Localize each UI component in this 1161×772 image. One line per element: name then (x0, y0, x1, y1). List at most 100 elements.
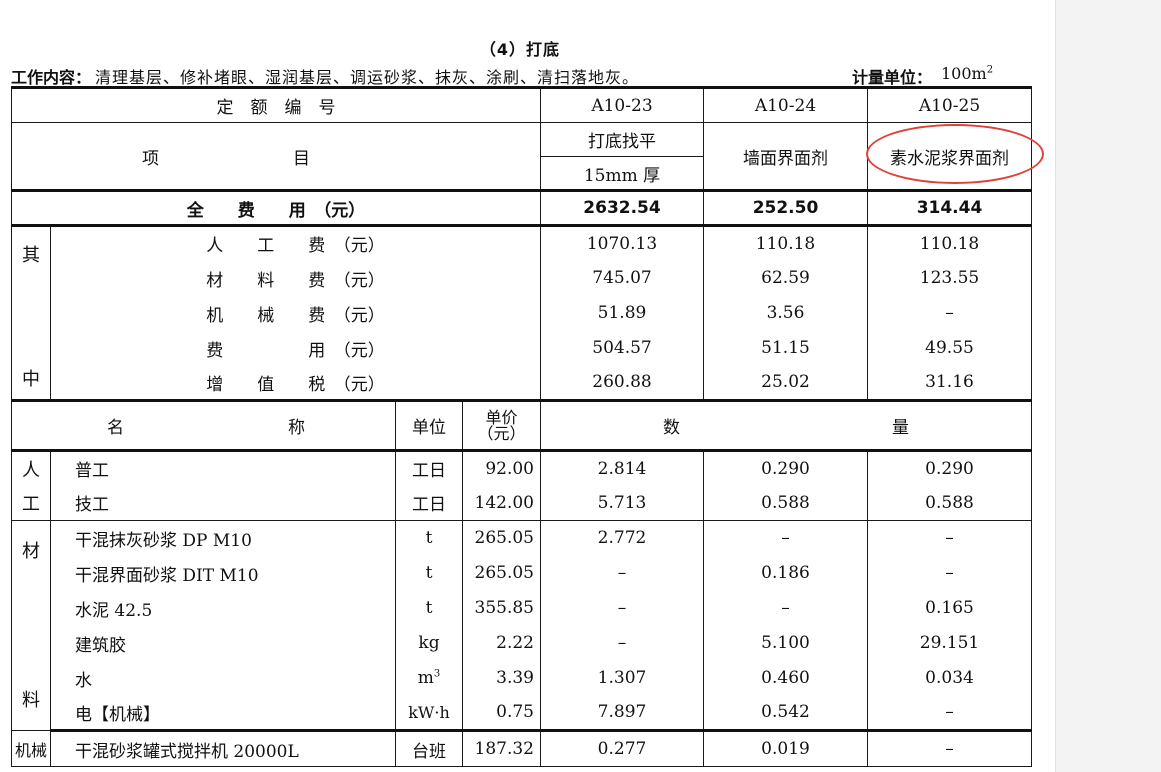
resource-qty: 29.151 (867, 625, 1032, 661)
quantity-header: 数 量 (540, 400, 1032, 452)
resource-price: 3.39 (462, 660, 541, 696)
col1-name-bottom: 15mm 厚 (540, 156, 704, 192)
col1-name-top: 打底找平 (540, 122, 704, 157)
resource-unit: 台班 (395, 730, 463, 767)
resource-unit: t (395, 520, 463, 556)
quota-code-row: 定 额 编 号 A10-23 A10-24 A10-25 (11, 86, 1032, 123)
resource-qty: 0.277 (540, 730, 704, 767)
total-value: 252.50 (703, 190, 868, 227)
breakdown-value: 110.18 (867, 225, 1032, 261)
resource-unit: m3 (395, 660, 463, 696)
material-row: 电【机械】 kW·h 0.75 7.897 0.542 – (12, 695, 1032, 732)
breakdown-value: 49.55 (867, 330, 1032, 366)
resource-unit: t (395, 590, 463, 626)
resource-qty: 2.772 (540, 520, 704, 556)
item-label-left: 项 (142, 148, 159, 169)
code-a10-25: A10-25 (867, 86, 1032, 123)
material-row: 材 料 干混抹灰砂浆 DP M10 t 265.05 2.772 – – (11, 520, 1032, 731)
resource-qty: 2.814 (540, 450, 704, 486)
resource-qty: 0.165 (867, 590, 1032, 626)
resource-name: 水泥 42.5 (50, 590, 396, 626)
resource-header-row: 名 称 单位 单价 （元） 数 量 (11, 400, 1032, 452)
breakdown-item-name: 人 工 费 （元） (50, 225, 541, 261)
breakdown-row: 增 值 税 （元） 260.88 25.02 31.16 (12, 365, 1032, 402)
material-row: 建筑胶 kg 2.22 – 5.100 29.151 (12, 625, 1032, 661)
work-content-label: 工作内容： (11, 68, 92, 87)
labor-row: 工 技工 工日 142.00 5.713 0.588 0.588 (11, 485, 1032, 521)
resource-qty: – (703, 590, 868, 626)
work-content-text: 清理基层、修补堵眼、湿润基层、调运砂浆、抹灰、涂刷、清扫落地灰。 (95, 68, 640, 87)
total-row: 全 费 用 （元） 2632.54 252.50 314.44 (11, 190, 1032, 227)
resource-price: 2.22 (462, 625, 541, 661)
resource-qty: – (540, 625, 704, 661)
breakdown-item-name: 费 用 （元） (50, 330, 541, 366)
measure-unit-value: 100m2 (941, 64, 994, 83)
resource-qty: 0.460 (703, 660, 868, 696)
measure-unit-label: 计量单位： (852, 68, 933, 87)
material-side-label: 材 料 (11, 520, 51, 731)
breakdown-row: 材 料 费 （元） 745.07 62.59 123.55 (12, 260, 1032, 296)
resource-unit: kW·h (395, 695, 463, 732)
resource-price: 265.05 (462, 520, 541, 556)
material-row: 水 m3 3.39 1.307 0.460 0.034 (12, 660, 1032, 696)
resource-price: 355.85 (462, 590, 541, 626)
material-row: 水泥 42.5 t 355.85 – – 0.165 (12, 590, 1032, 626)
resource-unit: 工日 (395, 450, 463, 486)
resource-unit: kg (395, 625, 463, 661)
resource-price: 92.00 (462, 450, 541, 486)
quota-table: 定 额 编 号 A10-23 A10-24 A10-25 项 目 打底找平 墙面… (11, 86, 1032, 767)
resource-qty: – (703, 520, 868, 556)
resource-qty: 0.019 (703, 730, 868, 767)
resource-qty: 0.034 (867, 660, 1032, 696)
breakdown-item-name: 材 料 费 （元） (50, 260, 541, 296)
resource-qty: 0.588 (867, 485, 1032, 521)
item-label-cell: 项 目 (11, 122, 541, 192)
section-title: （4）打底 (479, 40, 561, 59)
material-row: 干混界面砂浆 DIT M10 t 265.05 – 0.186 – (12, 555, 1032, 591)
resource-qty: – (867, 520, 1032, 556)
resource-qty: – (867, 695, 1032, 732)
resource-qty: 0.290 (703, 450, 868, 486)
machinery-side-label: 机械 (11, 730, 51, 767)
resource-qty: – (867, 730, 1032, 767)
resource-price: 0.75 (462, 695, 541, 732)
resource-name: 普工 (50, 450, 396, 486)
total-label: 全 费 用 （元） (11, 190, 541, 227)
col2-name: 墙面界面剂 (703, 122, 868, 192)
breakdown-value: 1070.13 (540, 225, 704, 261)
breakdown-value: 123.55 (867, 260, 1032, 296)
resource-unit-header: 单位 (395, 400, 463, 452)
resource-qty: 0.186 (703, 555, 868, 591)
code-a10-24: A10-24 (703, 86, 868, 123)
resource-qty: 0.588 (703, 485, 868, 521)
breakdown-row: 机 械 费 （元） 51.89 3.56 – (12, 295, 1032, 331)
col3-name: 素水泥浆界面剂 (867, 122, 1032, 192)
labor-side-bottom: 工 (11, 485, 51, 521)
resource-price: 187.32 (462, 730, 541, 767)
breakdown-value: 260.88 (540, 365, 704, 402)
resource-qty: 0.542 (703, 695, 868, 732)
labor-side-top: 人 (11, 450, 51, 486)
machinery-row: 机械 干混砂浆罐式搅拌机 20000L 台班 187.32 0.277 0.01… (11, 730, 1032, 767)
total-value: 2632.54 (540, 190, 704, 227)
document-page: （4）打底 工作内容： 清理基层、修补堵眼、湿润基层、调运砂浆、抹灰、涂刷、清扫… (0, 0, 1055, 772)
breakdown-item-name: 机 械 费 （元） (50, 295, 541, 331)
resource-qty: – (540, 555, 704, 591)
item-label-right: 目 (293, 148, 310, 169)
resource-name: 技工 (50, 485, 396, 521)
resource-price-header: 单价 （元） (462, 400, 541, 452)
breakdown-value: 504.57 (540, 330, 704, 366)
labor-row: 人 普工 工日 92.00 2.814 0.290 0.290 (11, 450, 1032, 486)
breakdown-value: 3.56 (703, 295, 868, 331)
breakdown-value: 25.02 (703, 365, 868, 402)
resource-name: 干混砂浆罐式搅拌机 20000L (50, 730, 396, 767)
resource-price: 142.00 (462, 485, 541, 521)
breakdown-value: 745.07 (540, 260, 704, 296)
resource-qty: 5.100 (703, 625, 868, 661)
breakdown-value: 110.18 (703, 225, 868, 261)
resource-name: 干混抹灰砂浆 DP M10 (50, 520, 396, 556)
breakdown-value: – (867, 295, 1032, 331)
viewer-side-panel (1055, 0, 1161, 772)
breakdown-row: 费 用 （元） 504.57 51.15 49.55 (12, 330, 1032, 366)
resource-name: 建筑胶 (50, 625, 396, 661)
